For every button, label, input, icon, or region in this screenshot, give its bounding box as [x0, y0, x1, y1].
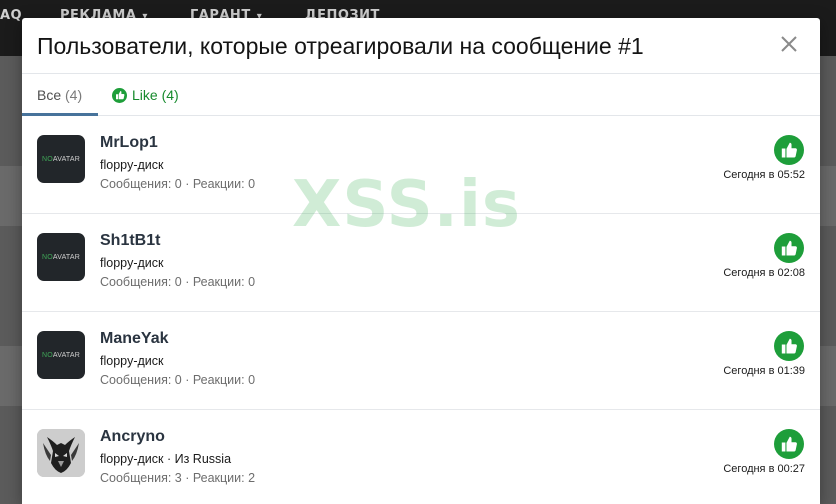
thumbs-up-icon — [774, 331, 804, 361]
close-icon — [781, 36, 797, 52]
user-stats: Сообщения: 0 · Реакции: 0 — [100, 373, 256, 387]
close-button[interactable] — [778, 33, 800, 55]
reaction-time[interactable]: Сегодня в 02:08 — [723, 267, 805, 279]
avatar[interactable]: NO AVATAR — [37, 331, 85, 379]
list-item: NO AVATAR MrLop1 floppy-диск Сообщения: 0… — [22, 116, 820, 214]
background-band — [0, 166, 22, 226]
user-title: floppy-диск — [100, 158, 164, 172]
reaction-time[interactable]: Сегодня в 00:27 — [723, 463, 805, 475]
avatar[interactable]: NO AVATAR — [37, 233, 85, 281]
avatar[interactable] — [37, 429, 85, 477]
username-link[interactable]: Ancryno — [100, 428, 165, 446]
reactions-modal: Пользователи, которые отреагировали на с… — [22, 18, 820, 504]
modal-header: Пользователи, которые отреагировали на с… — [22, 18, 820, 74]
tab-all-count: (4) — [65, 87, 83, 103]
list-item: Ancryno floppy-диск · Из Russia Сообщени… — [22, 410, 820, 504]
user-title: floppy-диск — [100, 354, 164, 368]
background-nav-item: AQ — [0, 8, 23, 23]
user-title: floppy-диск · Из Russia — [100, 452, 232, 466]
thumbs-up-icon — [774, 429, 804, 459]
background-right-strip — [820, 56, 836, 504]
background-band — [820, 346, 836, 406]
tab-all-label: Все — [37, 87, 62, 103]
modal-title: Пользователи, которые отреагировали на с… — [37, 33, 644, 59]
username-link[interactable]: MrLop1 — [100, 134, 158, 152]
thumbs-up-icon — [774, 233, 804, 263]
list-item: NO AVATAR ManeYak floppy-диск Сообщения: … — [22, 312, 820, 410]
tab-like[interactable]: Like (4) — [112, 74, 179, 116]
mask-avatar-image — [37, 429, 85, 477]
reaction-tabs: Все (4) Like (4) — [22, 74, 820, 116]
reaction-time[interactable]: Сегодня в 01:39 — [723, 365, 805, 377]
user-stats: Сообщения: 0 · Реакции: 0 — [100, 275, 256, 289]
no-avatar-placeholder: NO AVATAR — [41, 155, 81, 163]
user-stats: Сообщения: 0 · Реакции: 0 — [100, 177, 256, 191]
thumbs-up-icon — [112, 87, 127, 103]
tab-all[interactable]: Все (4) — [22, 74, 98, 116]
user-list: NO AVATAR MrLop1 floppy-диск Сообщения: 0… — [22, 116, 820, 504]
avatar[interactable]: NO AVATAR — [37, 135, 85, 183]
no-avatar-placeholder: NO AVATAR — [41, 351, 81, 359]
user-stats: Сообщения: 3 · Реакции: 2 — [100, 471, 256, 485]
username-link[interactable]: Sh1tB1t — [100, 232, 160, 250]
background-left-strip — [0, 56, 22, 504]
background-band — [820, 166, 836, 226]
no-avatar-placeholder: NO AVATAR — [41, 253, 81, 261]
tab-like-label: Like (4) — [132, 87, 179, 103]
user-title: floppy-диск — [100, 256, 164, 270]
reaction-time[interactable]: Сегодня в 05:52 — [723, 169, 805, 181]
username-link[interactable]: ManeYak — [100, 330, 168, 348]
thumbs-up-icon — [774, 135, 804, 165]
background-band — [0, 346, 22, 406]
list-item: NO AVATAR Sh1tB1t floppy-диск Сообщения: … — [22, 214, 820, 312]
